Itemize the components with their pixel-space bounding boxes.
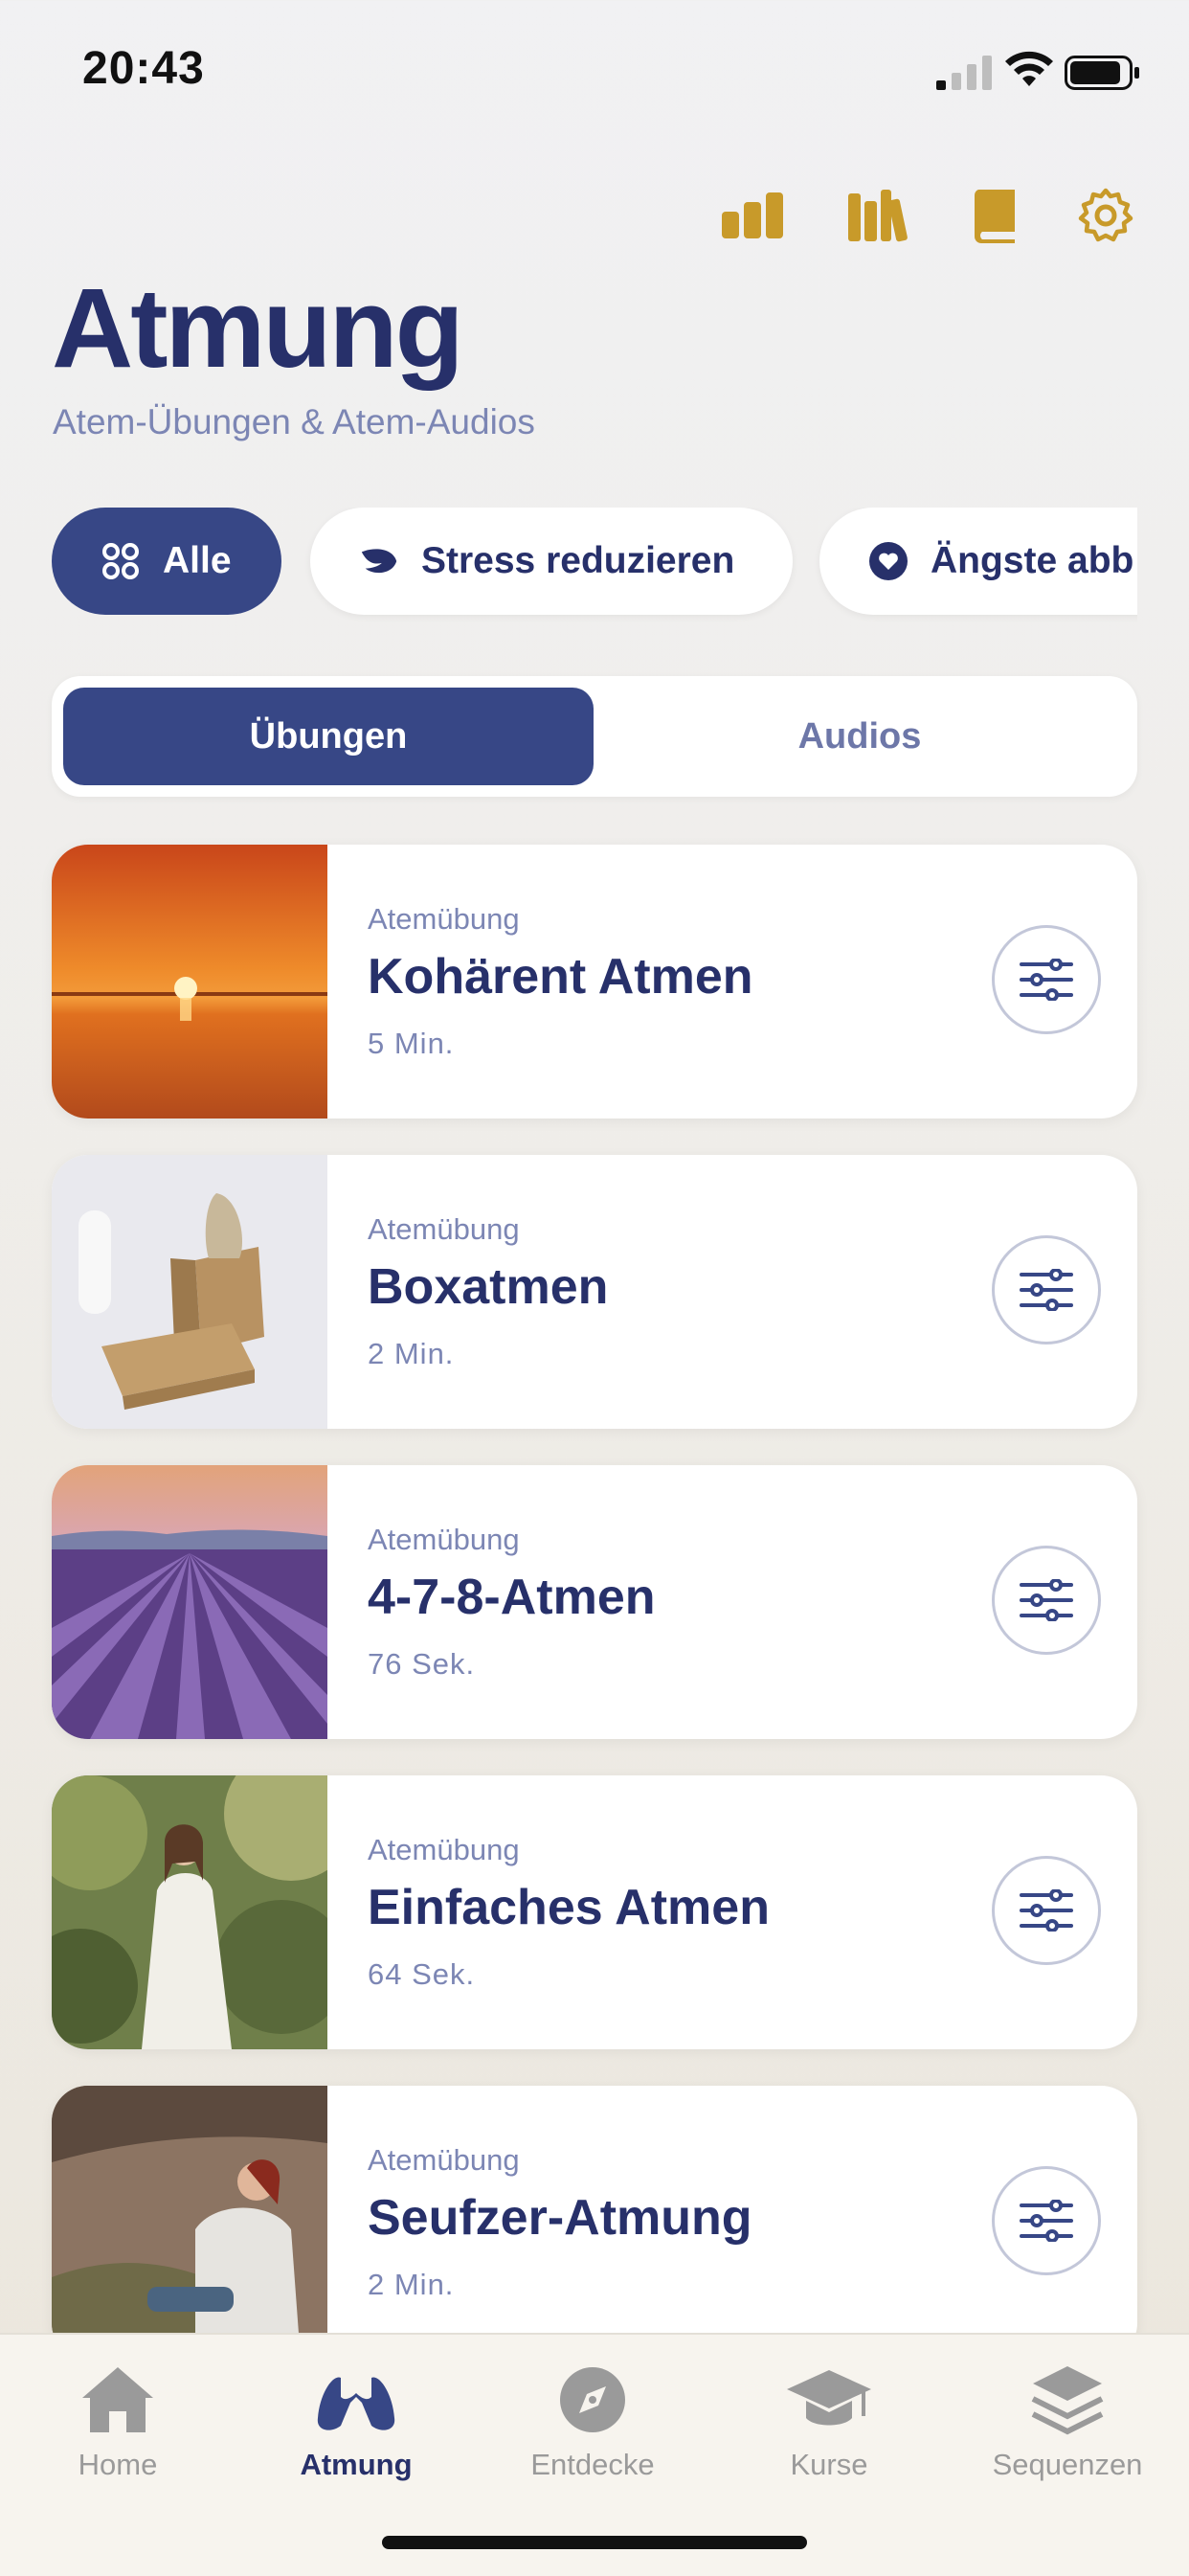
home-indicator [382, 2536, 807, 2549]
sliders-icon [1020, 2200, 1073, 2242]
stats-icon[interactable] [719, 182, 786, 249]
graduation-cap-icon [787, 2370, 871, 2426]
item-category: Atemübung [368, 1833, 520, 1866]
item-title: Einfaches Atmen [368, 1880, 770, 1935]
chip-label: Stress reduzieren [421, 540, 735, 581]
sliders-icon [1020, 959, 1073, 1001]
tab-label: Entdecke [530, 2448, 655, 2481]
list-item[interactable]: Atemübung Kohärent Atmen 5 Min. [52, 845, 1137, 1119]
segmented-control: Übungen Audios [52, 676, 1137, 797]
heart-icon [867, 540, 909, 582]
cellular-signal-icon [936, 56, 992, 90]
wifi-icon [1005, 51, 1053, 86]
item-title: Kohärent Atmen [368, 949, 753, 1005]
tab-audios[interactable]: Audios [594, 688, 1126, 785]
tab-sequenzen[interactable]: Sequenzen [962, 2354, 1173, 2497]
tab-atmung[interactable]: Atmung [251, 2354, 461, 2497]
filter-chips: Alle Stress reduzieren Ängste abb [0, 508, 1137, 622]
options-button[interactable] [992, 1235, 1101, 1344]
options-button[interactable] [992, 925, 1101, 1034]
item-category: Atemübung [368, 1212, 520, 1246]
item-duration: 2 Min. [368, 1337, 455, 1370]
chip-aengste[interactable]: Ängste abb [819, 508, 1137, 615]
page-title: Atmung [52, 265, 464, 392]
page-subtitle: Atem-Übungen & Atem-Audios [53, 402, 535, 441]
item-duration: 76 Sek. [368, 1647, 476, 1681]
woman-on-hill-thumbnail [52, 2086, 327, 2360]
battery-icon [1065, 56, 1139, 90]
tab-kurse[interactable]: Kurse [724, 2354, 934, 2497]
gear-icon[interactable] [1072, 182, 1139, 249]
list-item[interactable]: Atemübung Seufzer-Atmung 2 Min. [52, 2086, 1137, 2360]
item-duration: 2 Min. [368, 2268, 455, 2301]
sliders-icon [1020, 1889, 1073, 1932]
tab-home[interactable]: Home [12, 2354, 223, 2497]
sliders-icon [1020, 1579, 1073, 1621]
chip-label: Alle [163, 540, 232, 581]
boxes-thumbnail [52, 1155, 327, 1429]
chip-stress-reduzieren[interactable]: Stress reduzieren [310, 508, 793, 615]
sunset-thumbnail [52, 845, 327, 1119]
item-duration: 64 Sek. [368, 1957, 476, 1991]
grid-icon [100, 540, 142, 582]
options-button[interactable] [992, 1546, 1101, 1655]
list-item[interactable]: Atemübung Boxatmen 2 Min. [52, 1155, 1137, 1429]
lavender-field-thumbnail [52, 1465, 327, 1739]
tab-uebungen[interactable]: Übungen [63, 688, 594, 785]
book-icon[interactable] [962, 182, 1029, 249]
compass-icon [560, 2367, 625, 2432]
tab-label: Sequenzen [992, 2448, 1143, 2481]
layers-icon [1031, 2366, 1104, 2435]
item-duration: 5 Min. [368, 1027, 455, 1060]
item-category: Atemübung [368, 2143, 520, 2177]
list-item[interactable]: Atemübung Einfaches Atmen 64 Sek. [52, 1775, 1137, 2049]
home-icon [82, 2367, 153, 2432]
item-category: Atemübung [368, 1523, 520, 1556]
status-bar: 20:43 [0, 0, 1189, 144]
item-title: 4-7-8-Atmen [368, 1570, 656, 1625]
leaf-icon [358, 540, 400, 582]
status-time: 20:43 [82, 43, 205, 94]
lungs-icon [317, 2368, 395, 2430]
library-icon[interactable] [844, 182, 911, 249]
tab-label: Kurse [790, 2448, 868, 2481]
options-button[interactable] [992, 2166, 1101, 2275]
list-item[interactable]: Atemübung 4-7-8-Atmen 76 Sek. [52, 1465, 1137, 1739]
chip-alle[interactable]: Alle [52, 508, 281, 615]
woman-in-nature-thumbnail [52, 1775, 327, 2049]
options-button[interactable] [992, 1856, 1101, 1965]
tab-label: Atmung [300, 2448, 413, 2481]
sliders-icon [1020, 1269, 1073, 1311]
tab-entdecke[interactable]: Entdecke [487, 2354, 698, 2497]
item-title: Boxatmen [368, 1259, 609, 1315]
tab-label: Home [78, 2448, 158, 2481]
chip-label: Ängste abb [931, 540, 1134, 581]
item-title: Seufzer-Atmung [368, 2190, 752, 2246]
item-category: Atemübung [368, 902, 520, 936]
header-actions [0, 182, 1189, 249]
